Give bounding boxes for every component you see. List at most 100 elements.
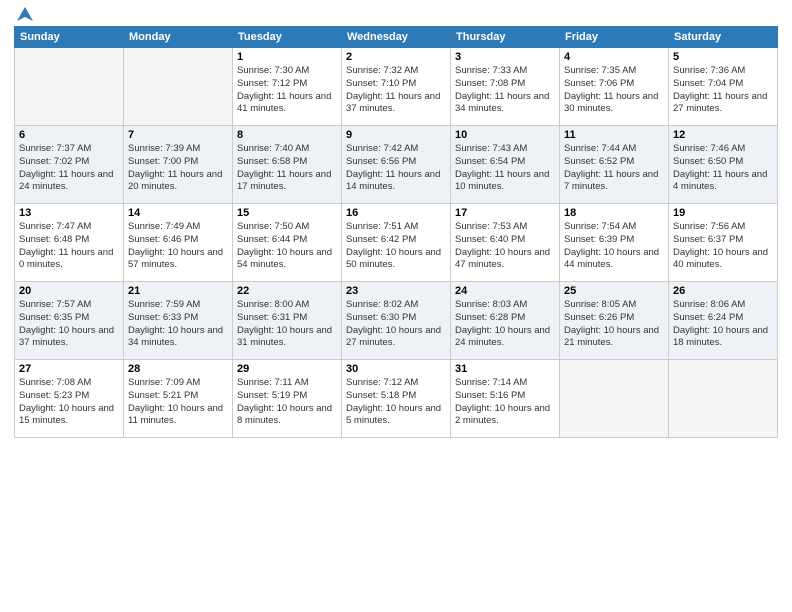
day-info: Sunrise: 7:51 AMSunset: 6:42 PMDaylight:…	[346, 221, 446, 272]
calendar-cell: 1 Sunrise: 7:30 AMSunset: 7:12 PMDaylight…	[233, 48, 342, 126]
day-number: 28	[128, 363, 228, 375]
day-info: Sunrise: 7:32 AMSunset: 7:10 PMDaylight:…	[346, 65, 446, 116]
day-number: 4	[564, 51, 664, 63]
calendar-cell: 28 Sunrise: 7:09 AMSunset: 5:21 PMDayligh…	[124, 360, 233, 438]
logo-bird-icon	[16, 6, 34, 24]
day-number: 20	[19, 285, 119, 297]
day-number: 24	[455, 285, 555, 297]
calendar-cell: 19 Sunrise: 7:56 AMSunset: 6:37 PMDayligh…	[669, 204, 778, 282]
calendar-cell: 9 Sunrise: 7:42 AMSunset: 6:56 PMDaylight…	[342, 126, 451, 204]
day-info: Sunrise: 7:09 AMSunset: 5:21 PMDaylight:…	[128, 377, 228, 428]
day-number: 27	[19, 363, 119, 375]
day-info: Sunrise: 7:53 AMSunset: 6:40 PMDaylight:…	[455, 221, 555, 272]
calendar-cell: 15Sunrise: 7:50 AMSunset: 6:44 PMDayligh…	[233, 204, 342, 282]
day-info: Sunrise: 7:42 AMSunset: 6:56 PMDaylight:…	[346, 143, 446, 194]
calendar-cell	[15, 48, 124, 126]
calendar-cell	[560, 360, 669, 438]
weekday-header-friday: Friday	[560, 27, 669, 48]
day-number: 7	[128, 129, 228, 141]
calendar-cell: 10Sunrise: 7:43 AMSunset: 6:54 PMDayligh…	[451, 126, 560, 204]
day-info: Sunrise: 8:02 AMSunset: 6:30 PMDaylight:…	[346, 299, 446, 350]
calendar-cell: 22 Sunrise: 8:00 AMSunset: 6:31 PMDayligh…	[233, 282, 342, 360]
day-info: Sunrise: 7:44 AMSunset: 6:52 PMDaylight:…	[564, 143, 664, 194]
calendar-cell: 21 Sunrise: 7:59 AMSunset: 6:33 PMDayligh…	[124, 282, 233, 360]
calendar-cell: 17 Sunrise: 7:53 AMSunset: 6:40 PMDayligh…	[451, 204, 560, 282]
day-number: 11	[564, 129, 664, 141]
day-number: 14	[128, 207, 228, 219]
calendar-cell: 14 Sunrise: 7:49 AMSunset: 6:46 PMDayligh…	[124, 204, 233, 282]
day-info: Sunrise: 7:14 AMSunset: 5:16 PMDaylight:…	[455, 377, 555, 428]
day-info: Sunrise: 7:37 AMSunset: 7:02 PMDaylight:…	[19, 143, 119, 194]
day-number: 16	[346, 207, 446, 219]
day-info: Sunrise: 7:57 AMSunset: 6:35 PMDaylight:…	[19, 299, 119, 350]
day-info: Sunrise: 7:30 AMSunset: 7:12 PMDaylight:…	[237, 65, 337, 116]
calendar-cell: 5Sunrise: 7:36 AMSunset: 7:04 PMDaylight…	[669, 48, 778, 126]
day-number: 9	[346, 129, 446, 141]
weekday-header-wednesday: Wednesday	[342, 27, 451, 48]
day-number: 29	[237, 363, 337, 375]
day-info: Sunrise: 8:00 AMSunset: 6:31 PMDaylight:…	[237, 299, 337, 350]
page: SundayMondayTuesdayWednesdayThursdayFrid…	[0, 0, 792, 612]
weekday-header-sunday: Sunday	[15, 27, 124, 48]
week-row-3: 13 Sunrise: 7:47 AMSunset: 6:48 PMDayligh…	[15, 204, 778, 282]
calendar-cell: 27 Sunrise: 7:08 AMSunset: 5:23 PMDayligh…	[15, 360, 124, 438]
day-number: 3	[455, 51, 555, 63]
week-row-4: 20 Sunrise: 7:57 AMSunset: 6:35 PMDayligh…	[15, 282, 778, 360]
day-info: Sunrise: 8:06 AMSunset: 6:24 PMDaylight:…	[673, 299, 773, 350]
day-number: 2	[346, 51, 446, 63]
day-number: 31	[455, 363, 555, 375]
logo	[14, 10, 34, 20]
day-number: 8	[237, 129, 337, 141]
day-info: Sunrise: 7:11 AMSunset: 5:19 PMDaylight:…	[237, 377, 337, 428]
day-info: Sunrise: 7:50 AMSunset: 6:44 PMDaylight:…	[237, 221, 337, 272]
weekday-header-saturday: Saturday	[669, 27, 778, 48]
day-info: Sunrise: 7:35 AMSunset: 7:06 PMDaylight:…	[564, 65, 664, 116]
day-number: 19	[673, 207, 773, 219]
calendar-cell: 20 Sunrise: 7:57 AMSunset: 6:35 PMDayligh…	[15, 282, 124, 360]
calendar-cell: 4 Sunrise: 7:35 AMSunset: 7:06 PMDaylight…	[560, 48, 669, 126]
calendar-cell: 26 Sunrise: 8:06 AMSunset: 6:24 PMDayligh…	[669, 282, 778, 360]
calendar-cell: 2 Sunrise: 7:32 AMSunset: 7:10 PMDaylight…	[342, 48, 451, 126]
day-number: 10	[455, 129, 555, 141]
day-number: 22	[237, 285, 337, 297]
week-row-5: 27 Sunrise: 7:08 AMSunset: 5:23 PMDayligh…	[15, 360, 778, 438]
calendar-cell: 3 Sunrise: 7:33 AMSunset: 7:08 PMDaylight…	[451, 48, 560, 126]
day-info: Sunrise: 7:47 AMSunset: 6:48 PMDaylight:…	[19, 221, 119, 272]
day-number: 12	[673, 129, 773, 141]
calendar-cell: 8 Sunrise: 7:40 AMSunset: 6:58 PMDaylight…	[233, 126, 342, 204]
calendar: SundayMondayTuesdayWednesdayThursdayFrid…	[14, 26, 778, 438]
day-info: Sunrise: 7:40 AMSunset: 6:58 PMDaylight:…	[237, 143, 337, 194]
calendar-cell: 13 Sunrise: 7:47 AMSunset: 6:48 PMDayligh…	[15, 204, 124, 282]
calendar-cell: 24Sunrise: 8:03 AMSunset: 6:28 PMDayligh…	[451, 282, 560, 360]
weekday-header-row: SundayMondayTuesdayWednesdayThursdayFrid…	[15, 27, 778, 48]
day-number: 18	[564, 207, 664, 219]
weekday-header-tuesday: Tuesday	[233, 27, 342, 48]
day-number: 26	[673, 285, 773, 297]
calendar-cell: 12 Sunrise: 7:46 AMSunset: 6:50 PMDayligh…	[669, 126, 778, 204]
day-number: 30	[346, 363, 446, 375]
day-number: 21	[128, 285, 228, 297]
week-row-1: 1 Sunrise: 7:30 AMSunset: 7:12 PMDaylight…	[15, 48, 778, 126]
calendar-cell	[669, 360, 778, 438]
day-info: Sunrise: 7:49 AMSunset: 6:46 PMDaylight:…	[128, 221, 228, 272]
week-row-2: 6Sunrise: 7:37 AMSunset: 7:02 PMDaylight…	[15, 126, 778, 204]
calendar-cell: 7 Sunrise: 7:39 AMSunset: 7:00 PMDaylight…	[124, 126, 233, 204]
day-info: Sunrise: 7:33 AMSunset: 7:08 PMDaylight:…	[455, 65, 555, 116]
day-number: 25	[564, 285, 664, 297]
calendar-cell	[124, 48, 233, 126]
calendar-cell: 16 Sunrise: 7:51 AMSunset: 6:42 PMDayligh…	[342, 204, 451, 282]
calendar-cell: 23Sunrise: 8:02 AMSunset: 6:30 PMDayligh…	[342, 282, 451, 360]
day-info: Sunrise: 7:08 AMSunset: 5:23 PMDaylight:…	[19, 377, 119, 428]
calendar-cell: 11 Sunrise: 7:44 AMSunset: 6:52 PMDayligh…	[560, 126, 669, 204]
day-number: 5	[673, 51, 773, 63]
day-info: Sunrise: 7:46 AMSunset: 6:50 PMDaylight:…	[673, 143, 773, 194]
day-number: 17	[455, 207, 555, 219]
calendar-cell: 25Sunrise: 8:05 AMSunset: 6:26 PMDayligh…	[560, 282, 669, 360]
day-info: Sunrise: 7:39 AMSunset: 7:00 PMDaylight:…	[128, 143, 228, 194]
day-info: Sunrise: 7:59 AMSunset: 6:33 PMDaylight:…	[128, 299, 228, 350]
day-number: 13	[19, 207, 119, 219]
day-number: 1	[237, 51, 337, 63]
calendar-cell: 18Sunrise: 7:54 AMSunset: 6:39 PMDayligh…	[560, 204, 669, 282]
day-info: Sunrise: 7:56 AMSunset: 6:37 PMDaylight:…	[673, 221, 773, 272]
calendar-cell: 30Sunrise: 7:12 AMSunset: 5:18 PMDayligh…	[342, 360, 451, 438]
